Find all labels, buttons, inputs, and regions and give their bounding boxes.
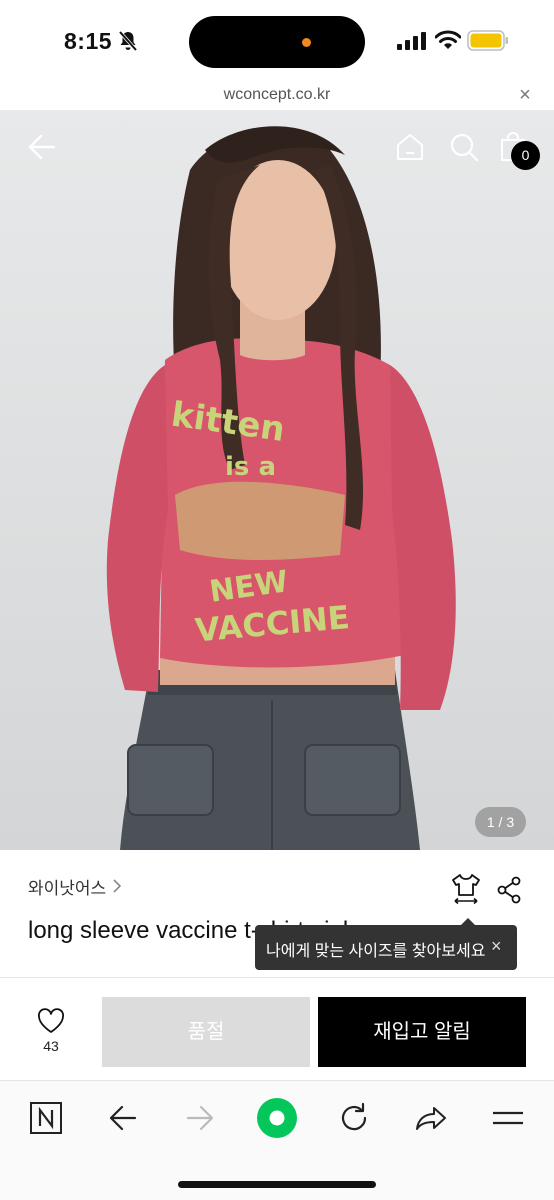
back-icon[interactable] [108, 1098, 138, 1138]
menu-icon[interactable] [492, 1098, 524, 1138]
like-count: 43 [43, 1038, 59, 1054]
restock-alert-button[interactable]: 재입고 알림 [318, 997, 526, 1067]
product-photo: kitten is a NEW VACCINE [106, 126, 456, 850]
brand-link[interactable]: 와이낫어스 [28, 874, 122, 898]
status-bar: 8:15 [0, 0, 554, 80]
browser-url-bar: wconcept.co.kr × [0, 80, 554, 110]
chevron-right-icon [113, 879, 122, 893]
naver-n-icon[interactable] [30, 1098, 62, 1138]
refresh-icon[interactable] [338, 1098, 370, 1138]
image-counter: 1 / 3 [475, 807, 526, 837]
status-time: 8:15 [64, 28, 113, 54]
product-image-gallery[interactable]: kitten is a NEW VACCINE 0 1 / 3 [0, 110, 554, 850]
recording-dot [302, 38, 311, 47]
share-arrow-icon[interactable] [414, 1098, 448, 1138]
bell-slash-icon [118, 30, 138, 52]
signal-icon [397, 32, 426, 50]
dynamic-island [189, 16, 365, 68]
brand-name: 와이낫어스 [28, 878, 107, 898]
size-tooltip[interactable]: 나에게 맞는 사이즈를 찾아보세요 × [255, 918, 517, 970]
forward-icon[interactable] [185, 1098, 215, 1138]
cart-count-badge: 0 [511, 141, 540, 170]
wifi-icon [435, 30, 461, 49]
green-dot-icon[interactable] [256, 1097, 298, 1139]
tooltip-text: 나에게 맞는 사이즈를 찾아보세요 [266, 943, 486, 960]
divider [0, 977, 554, 978]
soldout-button: 품절 [102, 997, 310, 1067]
like-button[interactable]: 43 [30, 1008, 72, 1060]
heart-icon [38, 1008, 64, 1033]
share-icon[interactable] [496, 876, 522, 904]
search-icon[interactable] [449, 132, 479, 162]
home-icon[interactable] [395, 132, 425, 162]
url-text[interactable]: wconcept.co.kr [0, 86, 554, 104]
home-indicator[interactable] [178, 1181, 376, 1188]
size-guide-icon[interactable] [451, 873, 481, 905]
close-icon[interactable]: × [491, 937, 507, 955]
close-icon[interactable]: × [515, 85, 535, 106]
svg-text:is a: is a [225, 452, 276, 482]
back-arrow-icon[interactable] [26, 132, 58, 162]
battery-icon [467, 30, 508, 51]
